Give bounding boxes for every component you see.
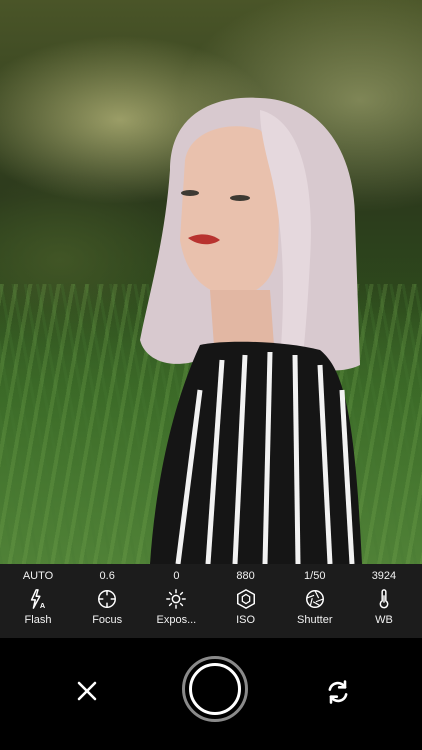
- iso-label: ISO: [236, 614, 256, 626]
- focus-label: Focus: [92, 614, 123, 626]
- focus-icon: [98, 590, 117, 608]
- setting-flash[interactable]: AUTO A Flash: [8, 564, 68, 638]
- thermometer-icon: [379, 589, 389, 609]
- flip-camera-icon: [328, 680, 348, 704]
- setting-white-balance[interactable]: 3924 WB: [354, 564, 414, 638]
- portrait-subject: [130, 90, 370, 564]
- close-button[interactable]: [70, 674, 104, 708]
- shutter-speed-icon: [305, 590, 324, 608]
- flip-camera-button[interactable]: [320, 674, 356, 710]
- exposure-value: 0: [173, 570, 180, 582]
- shutter-icon: [189, 663, 241, 715]
- shutter-button[interactable]: [182, 656, 248, 722]
- capture-controls: [0, 638, 422, 750]
- white-balance-value: 3924: [371, 570, 397, 582]
- exposure-icon: [166, 589, 187, 609]
- white-balance-label: WB: [375, 614, 393, 626]
- iso-icon: [236, 588, 255, 610]
- setting-iso[interactable]: 880 ISO: [216, 564, 276, 638]
- close-icon: [77, 681, 97, 701]
- shutter-value: 1/50: [304, 570, 326, 582]
- flash-value: AUTO: [22, 570, 54, 582]
- exposure-label: Expos...: [156, 614, 197, 626]
- shutter-label: Shutter: [297, 614, 333, 626]
- setting-shutter[interactable]: 1/50 Shutter: [285, 564, 345, 638]
- setting-exposure[interactable]: 0 Expos...: [146, 564, 206, 638]
- focus-value: 0.6: [99, 570, 115, 582]
- svg-text:A: A: [40, 601, 46, 610]
- flash-auto-icon: A: [30, 589, 46, 610]
- setting-focus[interactable]: 0.6 Focus: [77, 564, 137, 638]
- flash-label: Flash: [24, 614, 52, 626]
- camera-viewfinder[interactable]: [0, 0, 422, 564]
- iso-value: 880: [236, 570, 255, 582]
- settings-bar: AUTO A Flash 0.6 Focus 0 Expos... 880 IS…: [0, 564, 422, 638]
